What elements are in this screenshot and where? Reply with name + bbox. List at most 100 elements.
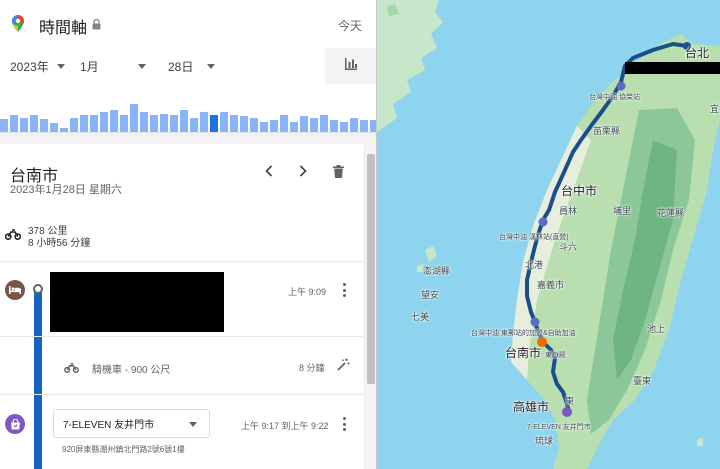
map-label-yuanlin: 員林 [559,206,578,216]
next-day-button[interactable] [295,163,311,179]
histogram-bar[interactable] [110,110,118,132]
histogram-bar[interactable] [170,115,178,132]
scrollbar[interactable] [364,144,376,469]
map-label-douliu: 斗六 [559,242,578,252]
histogram-bar[interactable] [230,115,238,132]
redacted-place [50,272,224,332]
day-value: 28日 [168,59,194,74]
histogram-bar[interactable] [290,122,298,132]
total-duration: 8 小時56 分鐘 [28,238,91,249]
date-picker: 2023年 1月 28日 [0,48,376,84]
histogram-bar[interactable] [180,110,188,132]
histogram-bar[interactable] [310,118,318,132]
top-bar: 時間軸 今天 [0,0,376,48]
day-dropdown[interactable]: 28日 [168,48,216,84]
year-value: 2023年 [10,59,49,74]
histogram-bar[interactable] [210,115,218,132]
mainland-coast [377,0,443,132]
map-label-taipei: 台北 [685,46,710,60]
histogram-bar[interactable] [100,112,108,132]
map-label-station1: 台灣中油 協榮站 [589,94,640,101]
gas-station-marker[interactable] [530,317,540,327]
map-label-store: 7-ELEVEN 友井門市 [527,424,591,431]
place-name: 7-ELEVEN 友井門市 [63,420,155,431]
place-dropdown[interactable]: 7-ELEVEN 友井門市 [53,409,210,438]
gas-station-marker[interactable] [538,217,548,227]
histogram-bar[interactable] [250,118,258,132]
histogram-bar[interactable] [360,120,368,132]
histogram-bar[interactable] [350,118,358,132]
more-vert-icon[interactable] [342,417,346,431]
histogram-bar[interactable] [130,104,138,132]
histogram-bar[interactable] [190,118,198,132]
histogram-bar[interactable] [40,119,48,132]
maps-pin-icon [12,15,24,37]
ride-label[interactable]: 騎機車 - 900 公尺 [92,361,170,376]
store-icon [5,414,25,434]
activity-histogram[interactable] [0,84,376,132]
day-date: 2023年1月28日 星期六 [10,184,122,196]
year-dropdown[interactable]: 2023年 [10,48,65,84]
month-value: 1月 [80,59,99,74]
store-marker[interactable] [562,407,572,417]
app-title: 時間軸 [39,20,88,37]
histogram-bar[interactable] [200,112,208,132]
bar-chart-icon [344,57,358,76]
histogram-bar[interactable] [320,115,328,132]
map-label-penghu: 澎湖縣 [423,266,451,276]
map-label-kaohsiung: 高雄市 [513,400,550,414]
histogram-bar[interactable] [150,115,158,132]
scrollbar-thumb[interactable] [367,154,375,384]
map-label-beigang: 北港 [525,260,544,270]
histogram-bar[interactable] [300,116,308,132]
month-dropdown[interactable]: 1月 [80,48,146,84]
map-label-yilan: 宜 [710,104,720,114]
today-button[interactable]: 今天 [338,17,362,34]
motorcycle-icon [4,227,22,245]
histogram-bar[interactable] [160,114,168,132]
map-label-taichung: 台中市 [561,184,598,198]
divider [0,336,364,337]
histogram-bar[interactable] [80,115,88,132]
histogram-bar[interactable] [220,112,228,132]
map-view[interactable]: 台北 台灣中油 協榮站 苗栗縣 台中市 員林 埔里 花蓮縣 台灣中油 漢林站(直… [377,0,720,469]
more-vert-icon[interactable] [342,283,346,297]
histogram-bar[interactable] [270,120,278,132]
histogram-bar[interactable] [70,118,78,132]
previous-day-button[interactable] [261,163,277,179]
map-label-liuqiu: 琉球 [535,436,554,446]
gas-station-marker[interactable] [616,81,626,91]
histogram-bar[interactable] [140,112,148,132]
histogram-bar[interactable] [30,115,38,132]
map-label-miaoli: 苗栗縣 [593,126,621,136]
histogram-bar[interactable] [240,116,248,132]
timeline-track [34,290,42,469]
histogram-bar[interactable] [340,122,348,132]
chevron-right-icon [299,165,307,177]
map-label-wangan: 望安 [421,290,440,300]
histogram-bar[interactable] [90,115,98,132]
magic-wand-icon[interactable] [337,358,350,376]
divider [0,132,376,144]
redacted-label [625,62,720,74]
map-label-chiayi: 嘉義市 [537,280,565,290]
lock-icon [92,17,101,35]
map-label-chishang: 池上 [647,324,666,334]
histogram-bar[interactable] [260,122,268,132]
histogram-bar[interactable] [120,115,128,132]
delete-day-button[interactable] [330,163,346,179]
map-label-qimei: 七美 [411,312,430,322]
timeline-dot [33,284,43,294]
histogram-bar[interactable] [20,118,28,132]
histogram-bar[interactable] [280,115,288,132]
bar-chart-button[interactable] [325,48,376,84]
histogram-bar[interactable] [50,123,58,132]
histogram-bar[interactable] [10,115,18,132]
motorcycle-icon [64,360,79,378]
divider [0,261,364,262]
place-time: 上午 9:17 到上午 9:22 [241,421,329,431]
histogram-bar[interactable] [0,119,8,132]
histogram-bar[interactable] [330,120,338,132]
chevron-down-icon [56,63,65,69]
divider [0,394,364,395]
